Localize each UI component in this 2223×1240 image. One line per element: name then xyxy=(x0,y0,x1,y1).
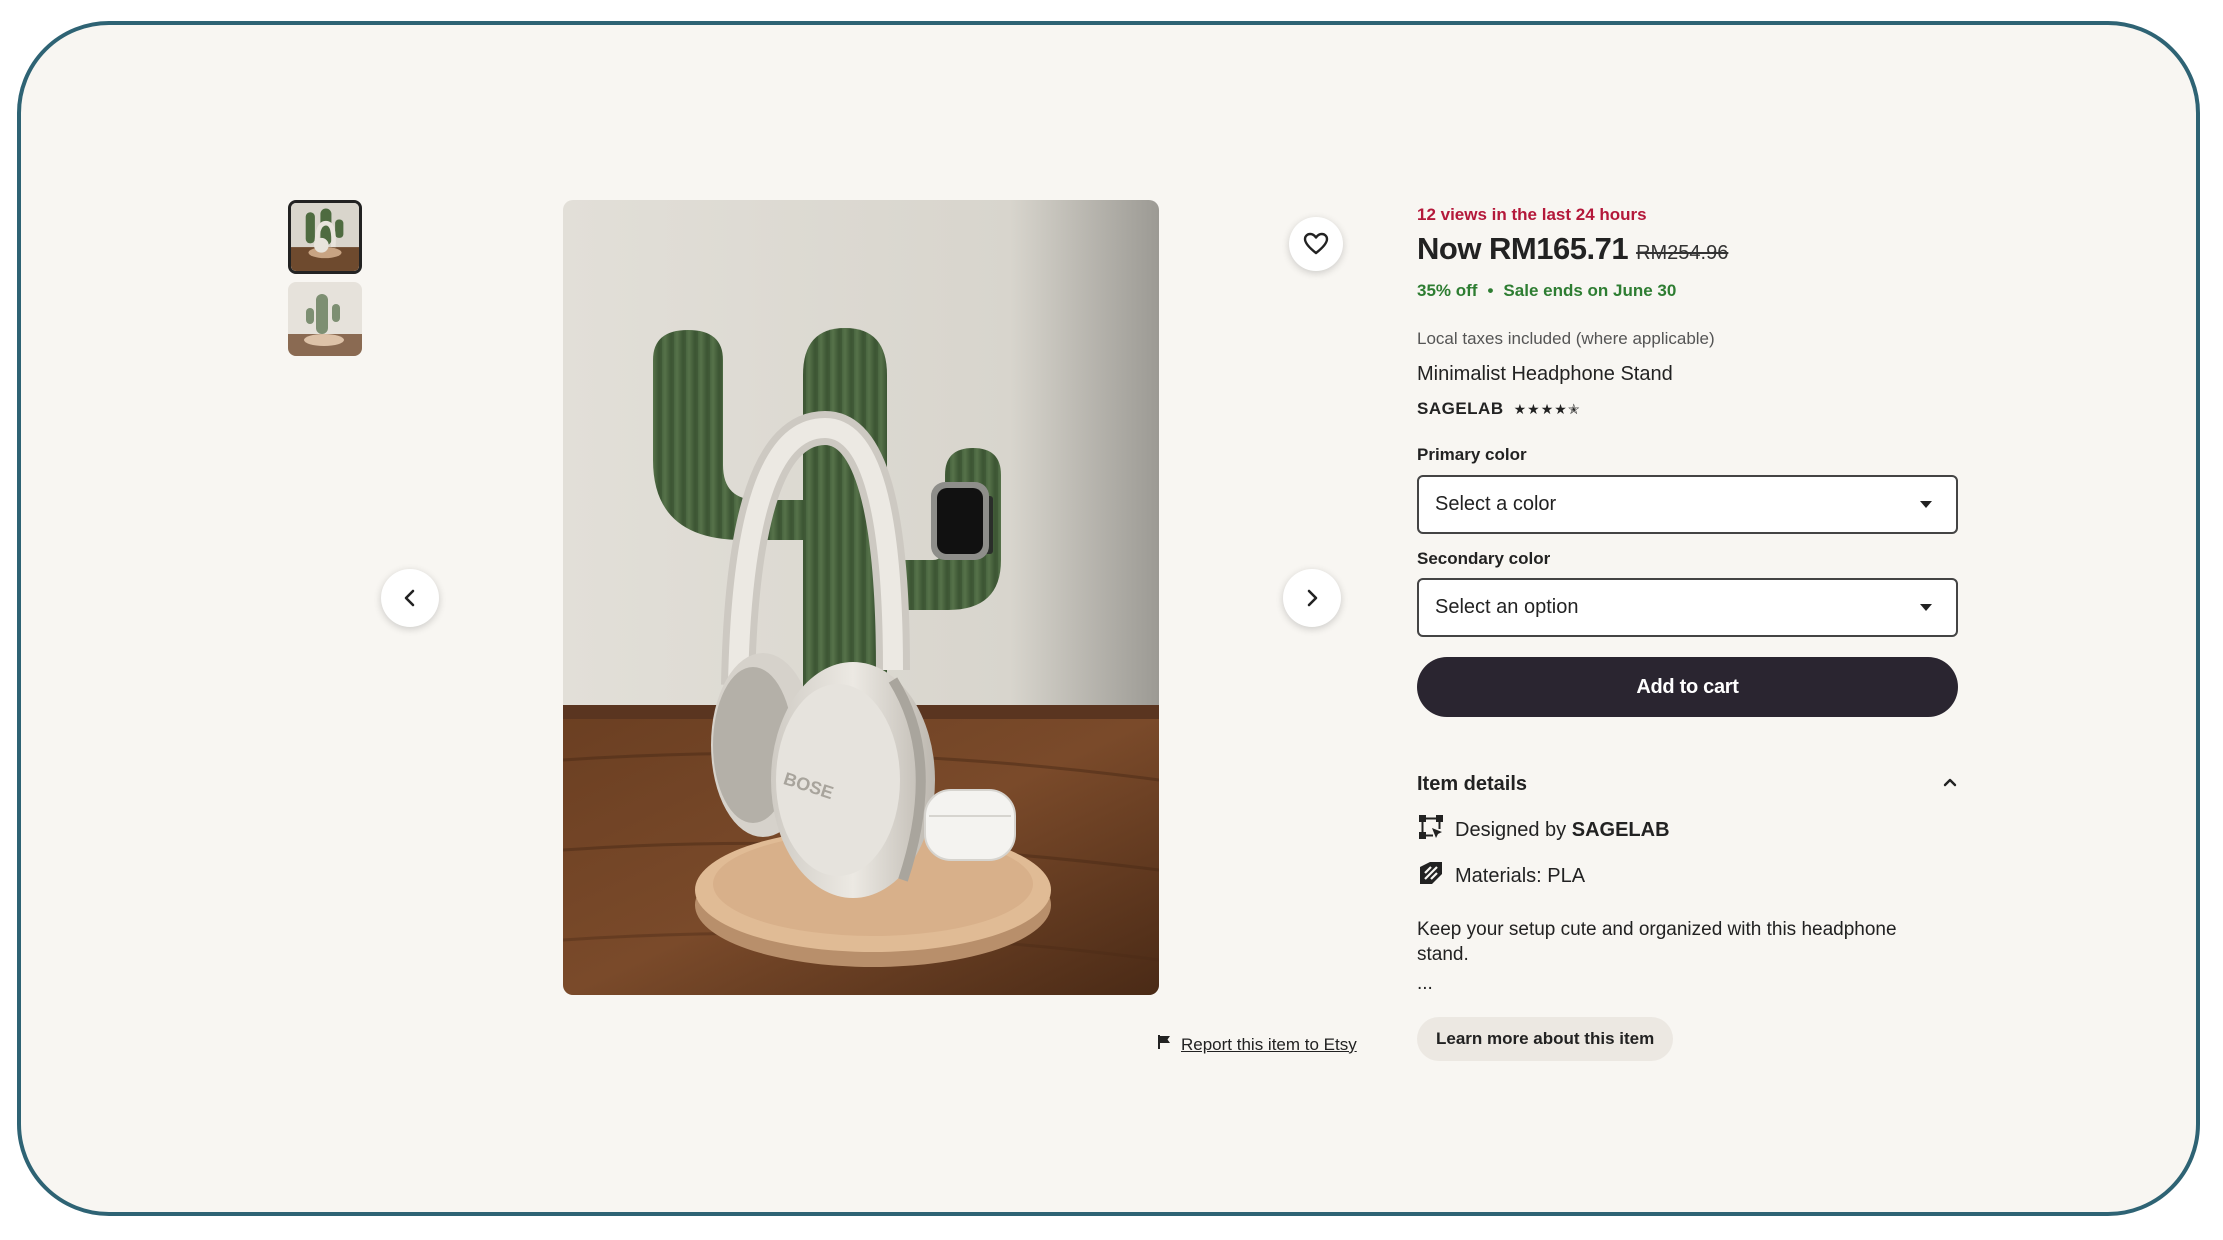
learn-more-button[interactable]: Learn more about this item xyxy=(1417,1017,1674,1061)
primary-color-label: Primary color xyxy=(1417,445,1527,464)
materials-text: Materials: PLA xyxy=(1455,864,1586,887)
listing-title: Minimalist Headphone Stand xyxy=(1417,363,1673,385)
item-details-heading: Item details xyxy=(1417,773,1528,795)
primary-color-select[interactable]: Select a color xyxy=(1417,475,1958,534)
chevron-right-icon xyxy=(1302,588,1322,608)
secondary-color-label: Secondary color xyxy=(1417,549,1551,568)
designed-by-row: Designed by SAGELAB xyxy=(1417,813,1670,847)
description-ellipsis: ... xyxy=(1417,973,1433,994)
discount-text: 35% off xyxy=(1417,281,1478,300)
sale-info: 35% off • Sale ends on June 30 xyxy=(1417,281,1676,301)
chevron-up-icon xyxy=(1942,774,1958,795)
caret-down-icon xyxy=(1920,501,1932,508)
item-details-toggle[interactable]: Item details xyxy=(1417,773,1958,796)
thumbnail-image-2[interactable] xyxy=(288,282,362,356)
taxes-note: Local taxes included (where applicable) xyxy=(1417,329,1715,348)
sale-ends-text: Sale ends on June 30 xyxy=(1503,281,1677,300)
chevron-left-icon xyxy=(400,588,420,608)
primary-color-value: Select a color xyxy=(1435,493,1557,515)
views-count-text: 12 views in the last 24 hours xyxy=(1417,205,1647,224)
thumbnail-image-1[interactable] xyxy=(288,200,362,274)
sale-price: Now RM165.71 xyxy=(1417,231,1629,266)
caret-down-icon xyxy=(1920,604,1932,611)
next-image-button[interactable] xyxy=(1283,569,1341,627)
main-product-image: BOSE xyxy=(563,200,1159,995)
separator-dot: • xyxy=(1487,281,1494,300)
heart-icon xyxy=(1303,232,1329,256)
item-description: Keep your setup cute and organized with … xyxy=(1417,919,1897,965)
add-to-cart-button[interactable]: Add to cart xyxy=(1417,657,1958,717)
secondary-color-value: Select an option xyxy=(1435,596,1579,618)
materials-icon xyxy=(1417,859,1445,893)
report-item-label: Report this item to Etsy xyxy=(1181,1034,1357,1054)
previous-image-button[interactable] xyxy=(381,569,439,627)
secondary-color-select[interactable]: Select an option xyxy=(1417,578,1958,637)
designer-icon xyxy=(1417,813,1445,847)
rating-stars: ★★★★✭ xyxy=(1513,400,1581,417)
shop-row: SAGELAB ★★★★✭ xyxy=(1417,399,1581,419)
flag-icon xyxy=(1157,1034,1173,1055)
designed-by-prefix: Designed by xyxy=(1455,818,1572,841)
materials-row: Materials: PLA xyxy=(1417,859,1585,893)
price-row: Now RM165.71 RM254.96 xyxy=(1417,231,1728,267)
report-item-link[interactable]: Report this item to Etsy xyxy=(1157,1034,1357,1055)
screenshot-frame: BOSE Report this item to Etsy 12 views i… xyxy=(17,21,2200,1216)
designer-name: SAGELAB xyxy=(1571,818,1670,841)
shop-name-link[interactable]: SAGELAB xyxy=(1417,399,1504,419)
original-price: RM254.96 xyxy=(1636,242,1729,264)
favorite-button[interactable] xyxy=(1289,217,1343,271)
